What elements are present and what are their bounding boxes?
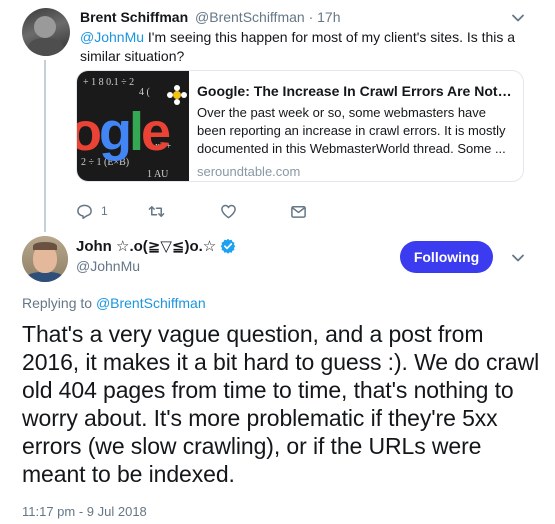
- card-title[interactable]: Google: The Increase In Crawl Errors Are…: [197, 82, 515, 100]
- replying-to-link[interactable]: @BrentSchiffman: [96, 295, 206, 311]
- tweet-timestamp[interactable]: 11:17 pm - 9 Jul 2018: [22, 504, 147, 519]
- reply-actions: 1: [76, 202, 326, 220]
- replying-prefix: Replying to: [22, 295, 96, 311]
- like-icon: [221, 204, 236, 218]
- reply-author-handle[interactable]: @BrentSchiffman: [195, 9, 305, 25]
- reply-icon: [77, 204, 92, 219]
- mention-link[interactable]: @JohnMu: [80, 29, 144, 45]
- retweet-icon: [148, 205, 165, 217]
- reply-button[interactable]: 1: [76, 202, 108, 220]
- chevron-down-icon[interactable]: [510, 250, 526, 266]
- google-logo-image: ogle: [77, 102, 171, 162]
- card-domain: seroundtable.com: [197, 164, 301, 179]
- replying-to-line: Replying to @BrentSchiffman: [22, 295, 206, 311]
- main-author-name[interactable]: John ☆.o(≧▽≦)o.☆: [76, 237, 216, 255]
- verified-badge-icon: [220, 238, 236, 254]
- like-button[interactable]: [220, 202, 237, 220]
- retweet-button[interactable]: [148, 202, 165, 220]
- reply-header: Brent Schiffman @BrentSchiffman · 17h: [80, 9, 341, 25]
- reply-count: 1: [101, 204, 108, 218]
- reply-author-name[interactable]: Brent Schiffman: [80, 9, 188, 25]
- direct-message-button[interactable]: [290, 202, 307, 220]
- card-thumbnail: + 1 8 0.1 ÷ 2 4 ( 2 ÷ 1 (E×B) 1 AU x² + …: [77, 71, 189, 181]
- main-author-handle[interactable]: @JohnMu: [76, 258, 140, 274]
- reply-text: @JohnMu I'm seeing this happen for most …: [80, 28, 520, 66]
- main-author-avatar[interactable]: [22, 236, 68, 282]
- main-author-name-row[interactable]: John ☆.o(≧▽≦)o.☆: [76, 237, 236, 255]
- card-body: Google: The Increase In Crawl Errors Are…: [197, 82, 515, 179]
- reply-author-avatar[interactable]: [22, 8, 70, 56]
- reply-text-body: I'm seeing this happen for most of my cl…: [80, 29, 516, 64]
- chevron-down-icon[interactable]: [510, 10, 526, 26]
- card-description: Over the past week or so, some webmaster…: [197, 105, 506, 156]
- reply-time[interactable]: · 17h: [309, 9, 341, 25]
- link-preview-card[interactable]: + 1 8 0.1 ÷ 2 4 ( 2 ÷ 1 (E×B) 1 AU x² + …: [76, 70, 524, 182]
- following-button[interactable]: Following: [400, 241, 493, 273]
- main-tweet-text: That's a very vague question, and a post…: [22, 321, 540, 487]
- reply-tweet[interactable]: Brent Schiffman @BrentSchiffman · 17h @J…: [0, 0, 555, 232]
- thread-connector-line: [44, 60, 46, 232]
- daisy-icon: [167, 85, 187, 105]
- direct-message-icon: [291, 205, 306, 218]
